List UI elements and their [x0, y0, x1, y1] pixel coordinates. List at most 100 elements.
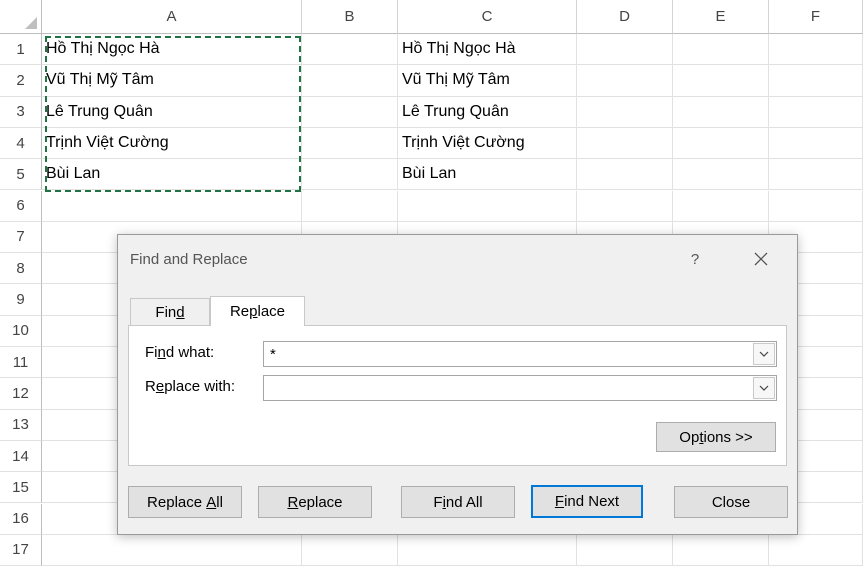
find-all-button[interactable]: Fi nd All: [401, 486, 515, 518]
cell-e2[interactable]: [673, 65, 769, 97]
find-label-accel: n: [157, 344, 166, 361]
replace-label-post-btn: eplace: [298, 493, 343, 511]
cell-d4[interactable]: [577, 127, 673, 160]
tab-find-label-accel: d: [176, 304, 185, 321]
select-all-triangle-icon: [25, 17, 37, 29]
replace-label-post: place with:: [164, 378, 236, 395]
replace-with-dropdown[interactable]: [753, 377, 775, 399]
replace-all-label-post: ll: [216, 493, 223, 511]
replace-all-label-accel: A: [206, 493, 217, 511]
options-label-post: ions >>: [703, 428, 753, 446]
cell-f6[interactable]: [769, 190, 863, 222]
cell-c5[interactable]: Bùi Lan: [398, 159, 577, 191]
cell-f2[interactable]: [769, 65, 863, 97]
find-what-input[interactable]: *: [263, 341, 777, 367]
cell-a17[interactable]: [42, 534, 302, 566]
cell-d1[interactable]: [577, 34, 673, 66]
column-header-b[interactable]: B: [302, 0, 398, 34]
cell-c6[interactable]: [398, 190, 577, 222]
column-header-c[interactable]: C: [398, 0, 577, 34]
row-header-13[interactable]: 13: [0, 409, 42, 441]
row-header-16[interactable]: 16: [0, 503, 42, 535]
select-all-corner[interactable]: [0, 0, 42, 34]
row-header-7[interactable]: 7: [0, 221, 42, 254]
replace-label-pre: R: [145, 378, 156, 395]
row-header-12[interactable]: 12: [0, 378, 42, 410]
cell-a3[interactable]: Lê Trung Quân: [42, 96, 302, 128]
cell-d17[interactable]: [577, 534, 673, 566]
row-header-5[interactable]: 5: [0, 159, 42, 191]
cell-b3[interactable]: [302, 96, 398, 128]
find-next-label-post: ind Next: [564, 493, 620, 510]
options-button[interactable]: Op t ions >>: [656, 422, 776, 452]
cell-d5[interactable]: [577, 159, 673, 191]
row-header-15[interactable]: 15: [0, 472, 42, 504]
cell-b6[interactable]: [302, 190, 398, 222]
find-what-dropdown[interactable]: [753, 343, 775, 365]
row-header-1[interactable]: 1: [0, 34, 42, 66]
find-next-button[interactable]: Find Next: [531, 485, 643, 518]
cell-a1[interactable]: Hồ Thị Ngọc Hà: [42, 34, 302, 66]
row-header-10[interactable]: 10: [0, 315, 42, 347]
cell-b5[interactable]: [302, 159, 398, 191]
replace-button[interactable]: Replace: [258, 486, 372, 518]
close-icon: [754, 252, 768, 266]
cell-f4[interactable]: [769, 127, 863, 160]
help-button[interactable]: ?: [680, 245, 710, 273]
cell-b4[interactable]: [302, 127, 398, 160]
row-header-8[interactable]: 8: [0, 253, 42, 285]
cell-d2[interactable]: [577, 65, 673, 97]
cell-e3[interactable]: [673, 96, 769, 128]
replace-all-button[interactable]: Replace All: [128, 486, 242, 518]
cell-f3[interactable]: [769, 96, 863, 128]
tab-replace[interactable]: Re p lace: [210, 296, 305, 326]
row-header-3[interactable]: 3: [0, 96, 42, 128]
cell-d3[interactable]: [577, 96, 673, 128]
cell-c3[interactable]: Lê Trung Quân: [398, 96, 577, 128]
tab-find-label-pre: Fin: [155, 304, 177, 321]
row-header-17[interactable]: 17: [0, 534, 42, 566]
column-header-a[interactable]: A: [42, 0, 302, 34]
tab-find[interactable]: Fin d: [130, 298, 210, 326]
cell-d6[interactable]: [577, 190, 673, 222]
cell-b2[interactable]: [302, 65, 398, 97]
chevron-down-icon: [759, 351, 769, 357]
cell-e4[interactable]: [673, 127, 769, 160]
column-header-d[interactable]: D: [577, 0, 673, 34]
cell-b1[interactable]: [302, 34, 398, 66]
row-header-11[interactable]: 11: [0, 347, 42, 379]
column-header-f[interactable]: F: [769, 0, 863, 34]
cell-c1[interactable]: Hồ Thị Ngọc Hà: [398, 34, 577, 66]
cell-c2[interactable]: Vũ Thị Mỹ Tâm: [398, 65, 577, 97]
cell-c17[interactable]: [398, 534, 577, 566]
cell-e1[interactable]: [673, 34, 769, 66]
find-what-label: Find what:: [145, 344, 214, 361]
row-header-4[interactable]: 4: [0, 127, 42, 160]
cell-e6[interactable]: [673, 190, 769, 222]
cell-b17[interactable]: [302, 534, 398, 566]
row-header-14[interactable]: 14: [0, 440, 42, 473]
cell-a4[interactable]: Trịnh Việt Cường: [42, 127, 302, 160]
row-header-2[interactable]: 2: [0, 65, 42, 97]
column-header-e[interactable]: E: [673, 0, 769, 34]
replace-label-accel: e: [155, 378, 165, 395]
row-header-6[interactable]: 6: [0, 190, 42, 222]
tab-replace-label-pre: Re: [229, 303, 250, 320]
cell-c4[interactable]: Trịnh Việt Cường: [398, 127, 577, 160]
row-header-9[interactable]: 9: [0, 284, 42, 316]
replace-with-input[interactable]: [263, 375, 777, 401]
cell-f5[interactable]: [769, 159, 863, 191]
cell-a5[interactable]: Bùi Lan: [42, 159, 302, 191]
dialog-close-button[interactable]: [744, 245, 778, 273]
close-button[interactable]: Close: [674, 486, 788, 518]
find-next-label-accel: F: [554, 493, 565, 510]
cell-f17[interactable]: [769, 534, 863, 566]
find-all-label-post: nd All: [445, 493, 483, 511]
cell-e17[interactable]: [673, 534, 769, 566]
dialog-title: Find and Replace: [130, 251, 248, 268]
cell-f1[interactable]: [769, 34, 863, 66]
cell-e5[interactable]: [673, 159, 769, 191]
cell-a2[interactable]: Vũ Thị Mỹ Tâm: [42, 65, 302, 97]
replace-tab-panel: Find what: * Replace with: Op t ions >>: [128, 325, 787, 466]
cell-a6[interactable]: [42, 190, 302, 222]
